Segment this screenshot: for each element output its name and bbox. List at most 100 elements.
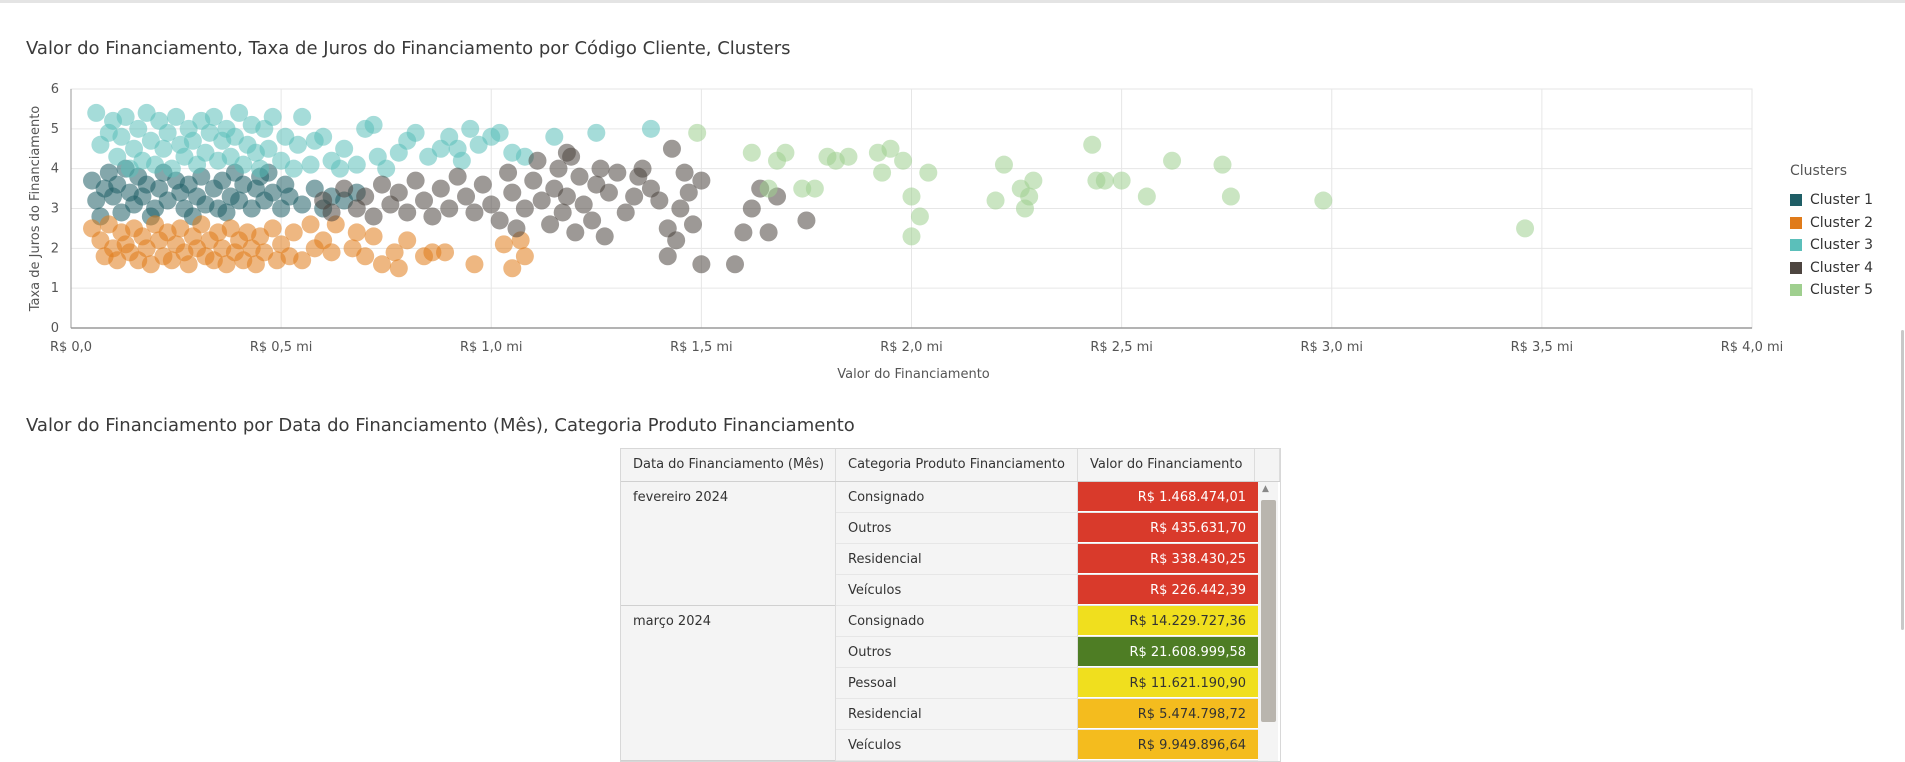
scatter-chart[interactable]: R$ 0,0 R$ 0,5 mi R$ 1,0 mi R$ 1,5 mi R$ 2,0 … (0, 60, 1790, 390)
data-point-cluster-4 (633, 159, 652, 178)
data-point-cluster-1 (293, 195, 312, 214)
data-point-cluster-4 (372, 175, 391, 194)
scatter-chart-title: Valor do Financiamento, Taxa de Juros do… (26, 38, 791, 59)
data-point-cluster-4 (658, 247, 677, 266)
table-row[interactable]: Consignado R$ 1.468.474,01 (836, 482, 1258, 513)
data-point-cluster-5 (1314, 191, 1333, 210)
data-point-cluster-4 (671, 199, 690, 218)
data-point-cluster-4 (625, 187, 644, 206)
data-point-cluster-3 (154, 139, 173, 158)
page-scrollbar[interactable] (1901, 330, 1904, 630)
y-tick-label: 2 (51, 241, 59, 256)
y-tick-label: 0 (51, 321, 59, 336)
data-point-cluster-2 (179, 255, 198, 274)
data-point-cluster-4 (759, 223, 778, 242)
legend-item-cluster-1[interactable]: Cluster 1 (1790, 189, 1873, 212)
date-column: fevereiro 2024 março 2024 (621, 482, 836, 761)
data-point-cluster-5 (1163, 151, 1182, 170)
legend-swatch (1790, 261, 1802, 274)
pivot-table: Data do Financiamento (Mês) Categoria Pr… (620, 448, 1281, 762)
category-cell: Residencial (836, 699, 1078, 729)
column-header-category[interactable]: Categoria Produto Financiamento (836, 449, 1078, 481)
data-point-cluster-3 (587, 123, 606, 142)
category-cell: Outros (836, 637, 1078, 667)
value-cell: R$ 1.468.474,01 (1078, 482, 1258, 512)
data-point-cluster-3 (377, 159, 396, 178)
data-point-cluster-5 (1137, 187, 1156, 206)
data-point-cluster-3 (301, 155, 320, 174)
category-cell: Outros (836, 513, 1078, 543)
scroll-up-icon[interactable]: ▲ (1262, 484, 1269, 494)
data-point-cluster-5 (759, 179, 778, 198)
column-header-date[interactable]: Data do Financiamento (Mês) (621, 449, 836, 481)
data-point-cluster-2 (436, 243, 455, 262)
data-point-cluster-4 (431, 179, 450, 198)
data-point-cluster-3 (146, 155, 165, 174)
legend-item-cluster-4[interactable]: Cluster 4 (1790, 257, 1873, 280)
data-point-cluster-3 (293, 107, 312, 126)
y-tick-label: 3 (51, 202, 59, 217)
table-row[interactable]: Pessoal R$ 11.621.190,90 (836, 668, 1258, 699)
date-group-cell[interactable]: fevereiro 2024 (621, 482, 835, 606)
category-cell: Residencial (836, 544, 1078, 574)
data-point-cluster-5 (1095, 171, 1114, 190)
table-row[interactable]: Outros R$ 435.631,70 (836, 513, 1258, 544)
x-tick-label: R$ 4,0 mi (1721, 340, 1784, 355)
data-point-cluster-4 (734, 223, 753, 242)
data-point-cluster-4 (528, 151, 547, 170)
value-cell: R$ 14.229.727,36 (1078, 606, 1258, 636)
data-point-cluster-2 (465, 255, 484, 274)
data-point-cluster-5 (742, 143, 761, 162)
data-point-cluster-4 (473, 175, 492, 194)
legend-item-cluster-3[interactable]: Cluster 3 (1790, 234, 1873, 257)
x-tick-label: R$ 0,5 mi (250, 340, 313, 355)
data-point-cluster-4 (406, 171, 425, 190)
x-axis-label: Valor do Financiamento (837, 367, 990, 382)
data-point-cluster-4 (570, 167, 589, 186)
data-point-cluster-5 (1112, 171, 1131, 190)
legend-item-cluster-5[interactable]: Cluster 5 (1790, 279, 1873, 302)
x-tick-label: R$ 1,5 mi (670, 340, 733, 355)
scrollbar-thumb[interactable] (1261, 500, 1276, 722)
legend-label: Cluster 1 (1810, 192, 1874, 209)
legend-swatch (1790, 284, 1802, 297)
data-point-cluster-3 (330, 159, 349, 178)
x-tick-label: R$ 2,5 mi (1090, 340, 1153, 355)
table-row[interactable]: Residencial R$ 338.430,25 (836, 544, 1258, 575)
data-point-cluster-4 (322, 203, 341, 222)
column-header-value[interactable]: Valor do Financiamento (1078, 449, 1256, 481)
data-point-cluster-3 (406, 123, 425, 142)
data-point-cluster-2 (494, 235, 513, 254)
table-scrollbar[interactable]: ▲ (1258, 482, 1278, 761)
table-row[interactable]: Consignado R$ 14.229.727,36 (836, 606, 1258, 637)
category-cell: Consignado (836, 482, 1078, 512)
data-point-cluster-4 (465, 203, 484, 222)
table-row[interactable]: Veículos R$ 9.949.896,64 (836, 730, 1258, 761)
value-cell: R$ 21.608.999,58 (1078, 637, 1258, 667)
date-group-cell[interactable]: março 2024 (621, 606, 835, 761)
data-point-cluster-4 (574, 195, 593, 214)
data-point-cluster-2 (322, 243, 341, 262)
data-point-cluster-4 (389, 183, 408, 202)
data-point-cluster-5 (894, 151, 913, 170)
x-tick-label: R$ 1,0 mi (460, 340, 523, 355)
data-point-cluster-5 (873, 163, 892, 182)
data-point-cluster-5 (1516, 219, 1535, 238)
data-point-cluster-2 (284, 223, 303, 242)
table-row[interactable]: Outros R$ 21.608.999,58 (836, 637, 1258, 668)
legend-swatch (1790, 239, 1802, 252)
legend: Clusters Cluster 1 Cluster 2 Cluster 3 Clus… (1790, 163, 1873, 302)
data-point-cluster-3 (251, 159, 270, 178)
legend-label: Cluster 4 (1810, 259, 1874, 276)
data-point-cluster-5 (688, 123, 707, 142)
data-point-cluster-3 (347, 155, 366, 174)
data-point-cluster-5 (986, 191, 1005, 210)
data-point-cluster-4 (591, 159, 610, 178)
table-row[interactable]: Residencial R$ 5.474.798,72 (836, 699, 1258, 730)
data-point-cluster-4 (650, 191, 669, 210)
table-row[interactable]: Veículos R$ 226.442,39 (836, 575, 1258, 606)
y-axis-label: Taxa de Juros do Financiamento (28, 106, 43, 313)
data-point-cluster-4 (490, 211, 509, 230)
legend-item-cluster-2[interactable]: Cluster 2 (1790, 212, 1873, 235)
legend-title: Clusters (1790, 163, 1847, 179)
